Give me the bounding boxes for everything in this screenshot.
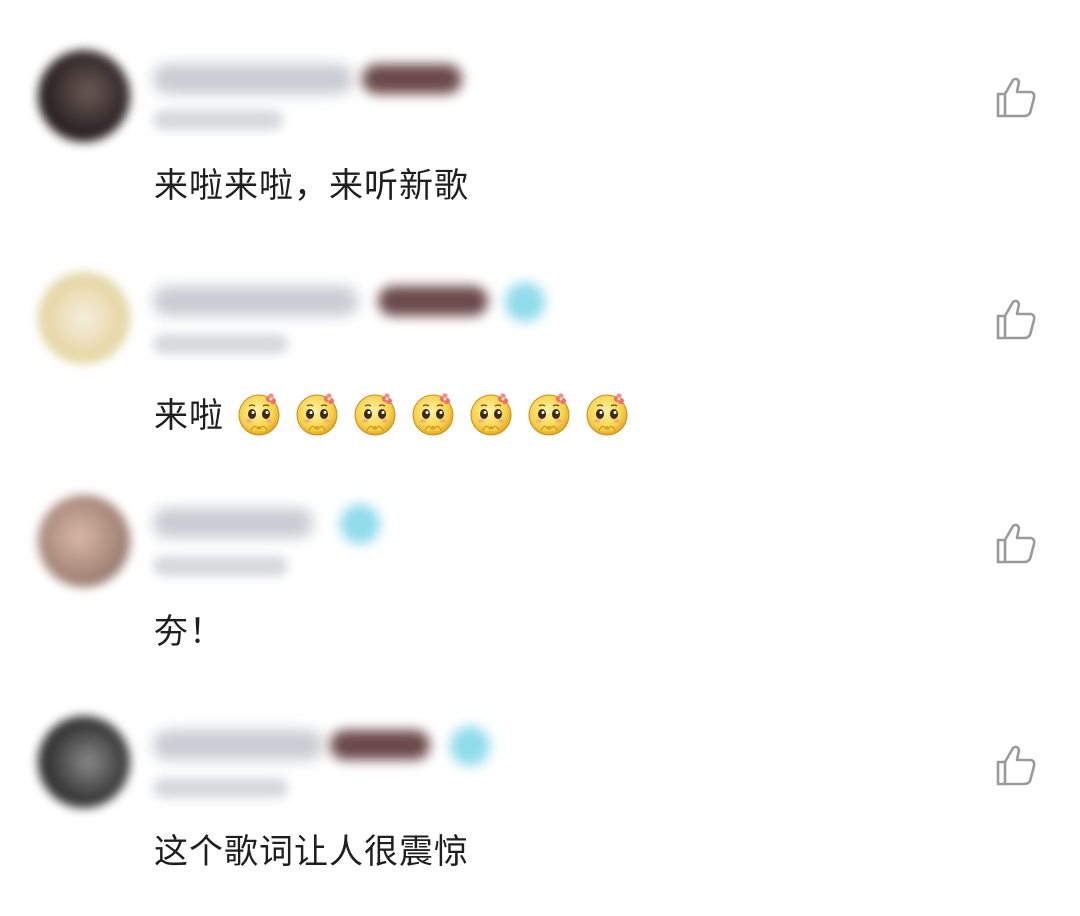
username-blurred[interactable] — [153, 730, 323, 760]
timestamp-blurred — [153, 778, 288, 798]
like-button[interactable] — [990, 518, 1040, 568]
verified-badge-blurred — [340, 504, 380, 544]
thumbs-up-icon — [996, 77, 1036, 118]
shy-pleading-face-icon — [352, 391, 398, 437]
verified-badge-blurred — [450, 726, 490, 766]
username-blurred[interactable] — [153, 286, 358, 316]
shy-pleading-face-icon — [294, 391, 340, 437]
verified-badge-blurred — [505, 282, 545, 322]
thumbs-up-icon — [996, 299, 1036, 340]
avatar[interactable] — [38, 272, 130, 364]
username-blurred[interactable] — [153, 64, 353, 94]
timestamp-blurred — [153, 334, 288, 354]
shy-pleading-face-icon — [584, 391, 630, 437]
like-button[interactable] — [990, 740, 1040, 790]
comment-text: 来啦来啦，来听新歌 — [154, 166, 469, 206]
shy-pleading-face-icon — [468, 391, 514, 437]
timestamp-blurred — [153, 556, 288, 576]
comment-text-label: 来啦 — [154, 396, 224, 436]
emoji-row — [224, 393, 630, 436]
avatar[interactable] — [38, 716, 130, 808]
avatar[interactable] — [38, 50, 130, 142]
comment-text: 这个歌词让人很震惊 — [154, 832, 469, 872]
like-button[interactable] — [990, 72, 1040, 122]
user-badge-blurred — [378, 286, 488, 316]
shy-pleading-face-icon — [236, 391, 282, 437]
shy-pleading-face-icon — [410, 391, 456, 437]
thumbs-up-icon — [996, 745, 1036, 786]
comment-text: 来啦 — [154, 391, 630, 437]
thumbs-up-icon — [996, 523, 1036, 564]
avatar[interactable] — [38, 495, 130, 587]
shy-pleading-face-icon — [526, 391, 572, 437]
username-blurred[interactable] — [153, 508, 313, 538]
like-button[interactable] — [990, 294, 1040, 344]
comment-text: 夯！ — [154, 612, 224, 652]
user-badge-blurred — [330, 730, 430, 760]
user-badge-blurred — [362, 64, 462, 94]
timestamp-blurred — [153, 110, 283, 130]
